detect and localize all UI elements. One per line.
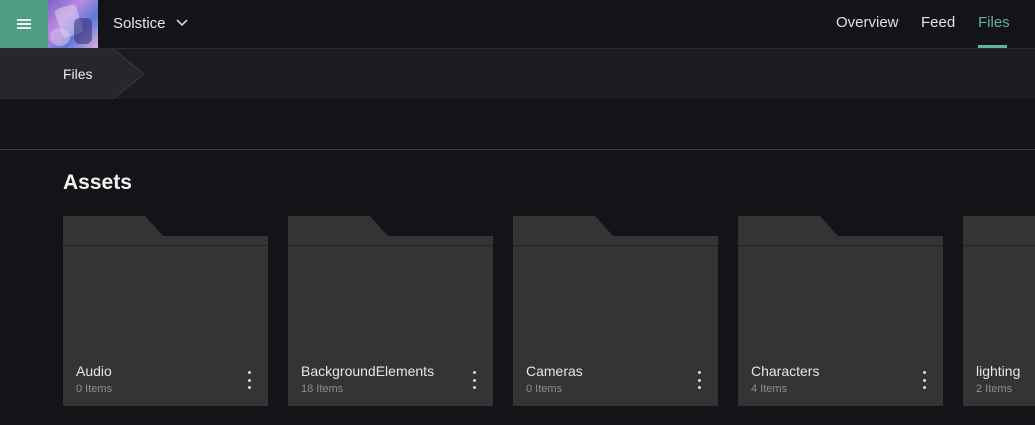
tab-files[interactable]: Files bbox=[978, 14, 1010, 31]
tab-feed[interactable]: Feed bbox=[921, 14, 955, 31]
menu-button[interactable] bbox=[0, 0, 48, 48]
top-bar: Solstice Overview Feed Files bbox=[0, 0, 1035, 49]
folder-item-count: 0 Items bbox=[526, 383, 563, 395]
folder-icon bbox=[513, 216, 718, 238]
folder-name: lighting bbox=[976, 363, 1021, 379]
project-thumbnail[interactable] bbox=[48, 0, 98, 48]
folder-item-count: 2 Items bbox=[976, 383, 1013, 395]
folder-item-count: 18 Items bbox=[301, 383, 344, 395]
folder-name: Characters bbox=[751, 363, 820, 379]
active-tab-indicator bbox=[978, 45, 1007, 48]
folder-item-count: 0 Items bbox=[76, 383, 113, 395]
folder-icon bbox=[63, 216, 268, 238]
folder-icon bbox=[288, 216, 493, 238]
hamburger-icon bbox=[17, 19, 31, 29]
divider bbox=[0, 149, 1035, 150]
more-options-icon[interactable] bbox=[243, 371, 255, 389]
section-title: Assets bbox=[63, 171, 132, 194]
breadcrumb: Files bbox=[0, 49, 1035, 99]
folder-item-count: 4 Items bbox=[751, 383, 788, 395]
folder-name: Cameras bbox=[526, 363, 583, 379]
breadcrumb-item-files[interactable] bbox=[0, 49, 114, 99]
breadcrumb-label[interactable]: Files bbox=[63, 66, 93, 82]
folder-name: Audio bbox=[76, 363, 112, 379]
folder-card-cameras[interactable]: Cameras 0 Items bbox=[513, 216, 718, 406]
chevron-down-icon[interactable] bbox=[175, 16, 189, 30]
more-options-icon[interactable] bbox=[693, 371, 705, 389]
folder-card-characters[interactable]: Characters 4 Items bbox=[738, 216, 943, 406]
tab-overview[interactable]: Overview bbox=[836, 14, 899, 31]
project-name[interactable]: Solstice bbox=[113, 15, 166, 32]
more-options-icon[interactable] bbox=[918, 371, 930, 389]
folder-name: BackgroundElements bbox=[301, 363, 435, 379]
folder-icon bbox=[963, 216, 1035, 238]
folder-card-lighting[interactable]: lighting 2 Items bbox=[963, 216, 1035, 406]
breadcrumb-arrow bbox=[113, 49, 145, 99]
folder-card-audio[interactable]: Audio 0 Items bbox=[63, 216, 268, 406]
folder-icon bbox=[738, 216, 943, 238]
folder-card-backgroundelements[interactable]: BackgroundElements 18 Items bbox=[288, 216, 493, 406]
more-options-icon[interactable] bbox=[468, 371, 480, 389]
